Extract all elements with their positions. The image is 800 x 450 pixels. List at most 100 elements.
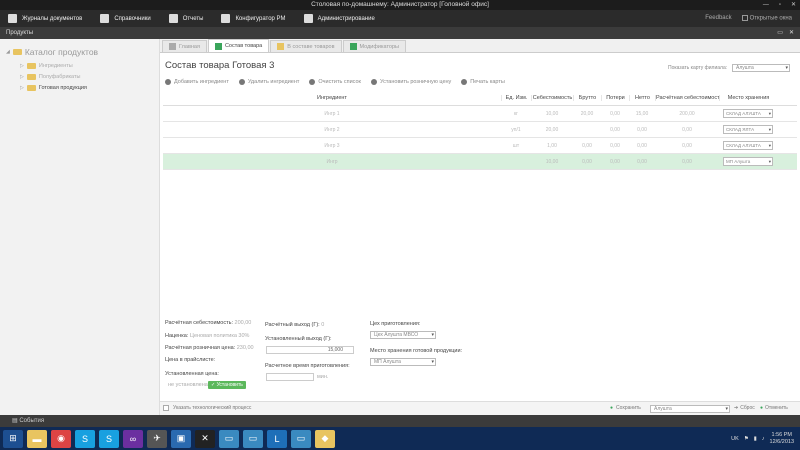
col-calc-cost[interactable]: Расчётная себестоимость [655, 94, 719, 101]
col-net[interactable]: Нетто [629, 94, 655, 101]
tree-root[interactable]: ◢ Каталог продуктов [6, 47, 159, 57]
set-price-button[interactable]: Установить розничную цену [370, 79, 451, 85]
volume-icon[interactable]: ♪ [762, 436, 765, 442]
close-icon[interactable]: ✕ [789, 27, 794, 39]
not-set-value: не установлена [168, 382, 208, 388]
start-button[interactable]: ⊞ [3, 429, 23, 448]
storage-value: МП Алушта [726, 159, 751, 164]
reset-button[interactable]: ➔ Сброс [734, 405, 755, 411]
tech-process-toggle[interactable]: Указать технологический процесс [163, 405, 251, 411]
tab-home[interactable]: Главная [162, 40, 207, 52]
table-row-selected[interactable]: Ингр 10,00 0,00 0,00 0,00 0,00 МП Алушта… [163, 154, 797, 170]
cell-gross[interactable]: 20,00 [573, 111, 601, 117]
prep-time-input[interactable] [266, 373, 314, 381]
explorer-icon[interactable]: ▬ [27, 429, 47, 448]
cell-loss[interactable]: 0,00 [601, 111, 629, 117]
save-button[interactable]: ● Сохранить [610, 405, 641, 411]
minus-icon [238, 79, 245, 85]
remove-ingredient-button[interactable]: Удалить ингредиент [238, 79, 299, 85]
events-bar[interactable]: ▤ События [0, 415, 800, 427]
calc-retail-label: Расчётная розничная цена: [165, 345, 236, 351]
cell-unit: кг [513, 110, 518, 117]
app-icon[interactable]: ✕ [195, 429, 215, 448]
tab-composition[interactable]: Состав товара [207, 39, 270, 52]
menu-reports[interactable]: Отчеты [161, 10, 214, 27]
add-ingredient-button[interactable]: Добавить ингредиент [165, 79, 229, 85]
table-row[interactable]: Ингр 3 шт 1,00 0,00 0,00 0,00 0,00 СКЛАД… [163, 138, 797, 154]
window-icon-3[interactable]: ▭ [291, 429, 311, 448]
expand-icon[interactable]: ◢ [6, 49, 10, 55]
branch-select[interactable]: Алушта ▾ [732, 64, 790, 72]
modifier-icon [349, 43, 357, 50]
maximize-button[interactable]: ▫ [779, 0, 781, 10]
col-storage[interactable]: Место хранения [719, 94, 777, 101]
menu-admin[interactable]: Администрирование [296, 10, 385, 27]
col-loss[interactable]: Потери [601, 94, 629, 101]
menu-journals[interactable]: Журналы документов [0, 10, 92, 27]
storage-select[interactable]: СКЛАД АЛУШТА ▾ [723, 109, 773, 118]
storage-select[interactable]: СКЛАД АЛУШТА ▾ [723, 141, 773, 150]
tree-item-finished[interactable]: ▷ Готовая продукция [20, 82, 159, 93]
cell-gross[interactable]: 0,00 [573, 143, 601, 149]
storage-select[interactable]: СКЛАД ЯЛТА ▾ [723, 125, 773, 134]
tab-in-composition[interactable]: В составе товаров [270, 40, 342, 52]
main-menubar: Журналы документов Справочники Отчеты Ко… [0, 10, 800, 27]
open-windows-toggle[interactable]: Открытые окна [741, 15, 792, 22]
expand-icon[interactable]: ▷ [20, 63, 24, 69]
lync-icon[interactable]: L [267, 429, 287, 448]
language-indicator[interactable]: UK [731, 436, 739, 442]
tools-icon[interactable]: ✈ [147, 429, 167, 448]
tree-item-semifinished[interactable]: ▷ Полуфабрикаты [20, 71, 159, 82]
col-ingredient[interactable]: Ингредиент [163, 95, 501, 101]
col-cost[interactable]: Себестоимость [531, 94, 573, 101]
finished-storage-select[interactable]: МП Алушта ▾ [370, 358, 436, 366]
print-card-button[interactable]: Печать карты [461, 79, 505, 85]
chrome-icon[interactable]: ◉ [51, 429, 71, 448]
restaurant-app-icon[interactable]: ◆ [315, 429, 335, 448]
set-output-input[interactable]: 15,000 [266, 346, 354, 354]
expand-icon[interactable]: ▷ [20, 74, 24, 80]
minimize-button[interactable]: — [763, 0, 769, 10]
clock[interactable]: 1:56 PM 12/6/2013 [770, 432, 794, 446]
expand-icon[interactable]: ▷ [20, 85, 24, 91]
network-status-icon[interactable]: ▮ [754, 436, 757, 442]
skype-icon[interactable]: S [75, 429, 95, 448]
window-icon[interactable]: ▭ [219, 429, 239, 448]
workshop-select[interactable]: Цех Алушта МВСО ▾ [370, 331, 436, 339]
menu-references[interactable]: Справочники [92, 10, 160, 27]
set-price-apply-button[interactable]: ✓ Установить [208, 381, 246, 389]
chevron-down-icon: ▾ [725, 406, 728, 412]
visual-studio-icon[interactable]: ∞ [123, 429, 143, 448]
cancel-button[interactable]: ● Отменить [760, 405, 788, 411]
table-row[interactable]: Ингр 2 уп/1 20,00 0,00 0,00 0,00 СКЛАД Я… [163, 122, 797, 138]
feedback-link[interactable]: Feedback [705, 15, 731, 21]
window-icon-2[interactable]: ▭ [243, 429, 263, 448]
network-icon[interactable]: ▣ [171, 429, 191, 448]
close-button[interactable]: ✕ [791, 0, 796, 10]
tab-modifiers[interactable]: Модификаторы [342, 40, 406, 52]
restore-icon[interactable]: ▭ [777, 27, 783, 39]
col-unit[interactable]: Ед. Изм. [501, 94, 531, 101]
checkbox-icon[interactable] [163, 405, 169, 411]
cell-loss[interactable]: 0,00 [601, 127, 629, 133]
storage-select[interactable]: МП Алушта ▾ [723, 157, 773, 166]
page-title: Состав товара Готовая 3 [165, 60, 275, 71]
main-content: Главная Состав товара В составе товаров … [160, 39, 800, 415]
menu-configurator[interactable]: Конфигуратор PM [213, 10, 295, 27]
flag-icon[interactable]: ⚑ [744, 436, 749, 442]
checkbox-icon [741, 15, 748, 22]
chevron-down-icon: ▾ [431, 332, 434, 338]
table-row[interactable]: Ингр 1 кг 10,00 20,00 0,00 15,00 200,00 … [163, 106, 797, 122]
col-gross[interactable]: Брутто [573, 94, 601, 101]
skype-icon-2[interactable]: S [99, 429, 119, 448]
form-footer: Указать технологический процесс ● Сохрани… [160, 401, 800, 415]
cell-loss[interactable]: 0,00 [601, 159, 629, 165]
storage-value: СКЛАД АЛУШТА [726, 111, 761, 116]
clear-list-button[interactable]: Очистить список [309, 79, 361, 85]
cell-loss[interactable]: 0,00 [601, 143, 629, 149]
cell-gross[interactable]: 0,00 [573, 159, 601, 165]
ingredients-table: Ингредиент Ед. Изм. Себестоимость Брутто… [163, 90, 797, 170]
footer-branch-select[interactable]: Алушта ▾ [650, 405, 730, 413]
tree-item-ingredients[interactable]: ▷ Ингредиенты [20, 60, 159, 71]
calc-cost-value: 200,00 [234, 320, 252, 326]
